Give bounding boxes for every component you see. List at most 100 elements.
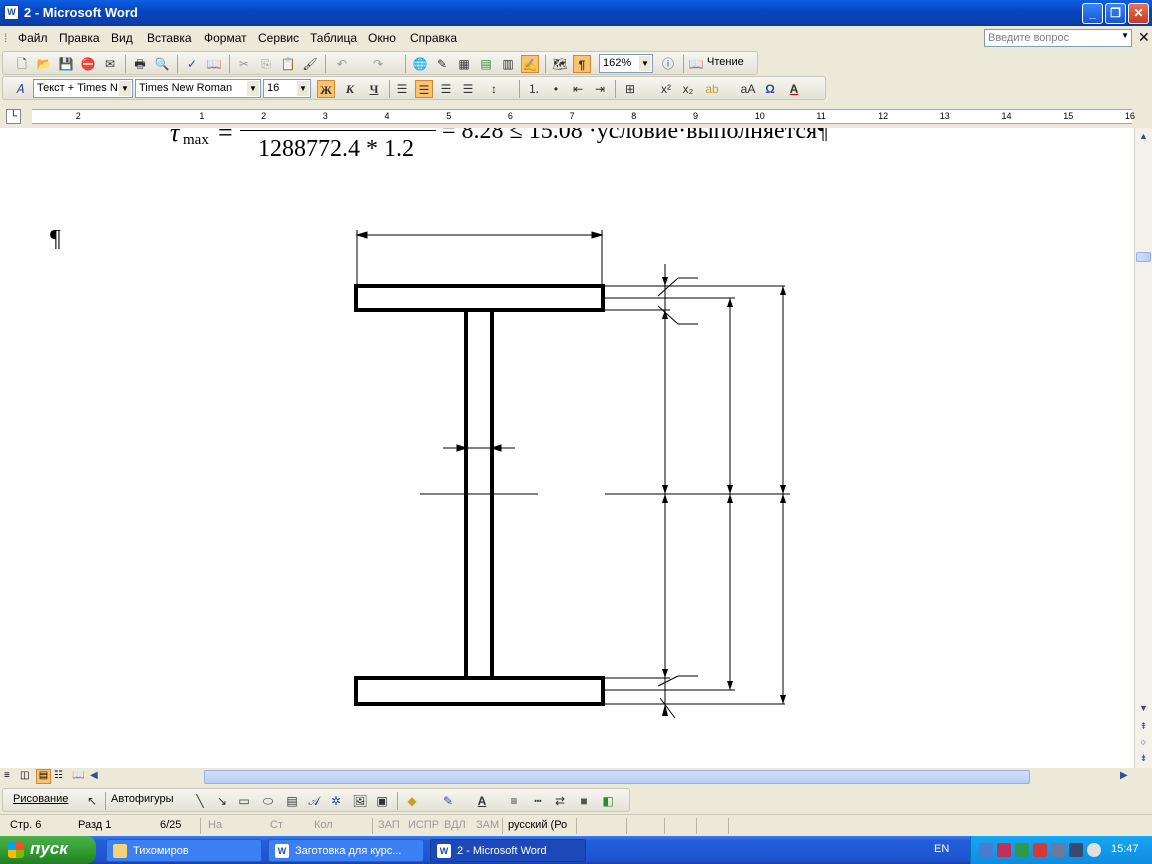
document-map-icon[interactable]: 🗺 [551, 55, 569, 73]
scroll-down-icon[interactable]: ▼ [1135, 700, 1152, 717]
taskbar-item-word-draft[interactable]: W Заготовка для курс... [268, 839, 424, 862]
paste-icon[interactable]: 📋 [279, 55, 297, 73]
hyperlink-icon[interactable]: 🌐 [411, 55, 429, 73]
redo-icon[interactable]: ↷ [369, 55, 387, 73]
menubar-grip-icon[interactable]: ⁞ [4, 31, 7, 45]
bold-button[interactable]: Ж [317, 80, 335, 98]
select-browse-object-icon[interactable]: ○ [1135, 734, 1152, 751]
copy-icon[interactable]: ⎘ [257, 55, 275, 73]
tab-selector[interactable]: └ [6, 109, 21, 124]
network-icon[interactable] [979, 843, 993, 857]
word-app-icon[interactable]: W [4, 5, 19, 20]
line-icon[interactable]: ╲ [191, 792, 209, 810]
next-page-icon[interactable]: ⇟ [1135, 750, 1152, 767]
line-color-icon[interactable]: ✎ [439, 792, 457, 810]
styles-icon[interactable]: 𝐴 [11, 80, 29, 98]
menu-table[interactable]: Таблица [310, 31, 357, 45]
superscript-icon[interactable]: x² [657, 80, 675, 98]
horizontal-scrollbar[interactable]: ≡ ◫ ▤ ☷ 📖 ◀ ▶ [0, 768, 1152, 786]
font-color-icon[interactable]: A [785, 80, 803, 98]
font-color-draw-icon[interactable]: A [473, 792, 491, 810]
menu-insert[interactable]: Вставка [147, 31, 192, 45]
insert-table-icon[interactable]: ▦ [455, 55, 473, 73]
new-document-icon[interactable]: 🗋 [13, 55, 31, 73]
decrease-indent-icon[interactable]: ⇤ [569, 80, 587, 98]
chevron-down-icon[interactable]: ▼ [119, 81, 131, 96]
drawing-icon[interactable]: ✍ [521, 55, 539, 73]
line-style-icon[interactable]: ≡ [505, 792, 523, 810]
menu-edit[interactable]: Правка [59, 31, 100, 45]
show-formatting-icon[interactable]: ¶ [573, 55, 591, 73]
highlight-icon[interactable]: ab [703, 80, 721, 98]
numbering-icon[interactable]: ⒈ [525, 80, 543, 98]
volume-icon[interactable] [1069, 843, 1083, 857]
borders-icon[interactable]: ⊞ [621, 80, 639, 98]
ruler-bar[interactable]: 121234567891011121314151617 [32, 109, 1135, 124]
open-folder-icon[interactable]: 📂 [35, 55, 53, 73]
reading-layout-button[interactable]: Чтение [707, 56, 744, 68]
tables-borders-icon[interactable]: ✎ [433, 55, 451, 73]
horizontal-scroll-thumb[interactable] [204, 770, 1030, 784]
clip-art-icon[interactable]: 🖼 [351, 792, 369, 810]
menu-format[interactable]: Формат [204, 31, 247, 45]
bullets-icon[interactable]: • [547, 80, 565, 98]
research-icon[interactable]: 📖 [205, 55, 223, 73]
rectangle-icon[interactable]: ▭ [235, 792, 253, 810]
scroll-left-icon[interactable]: ◀ [90, 770, 98, 781]
search-icon[interactable] [1087, 843, 1101, 857]
menu-window[interactable]: Окно [368, 31, 396, 45]
minimize-button[interactable]: _ [1082, 3, 1103, 24]
print-preview-icon[interactable]: 🔍 [153, 55, 171, 73]
save-icon[interactable]: 💾 [57, 55, 75, 73]
align-left-icon[interactable]: ☰ [393, 80, 411, 98]
scroll-up-icon[interactable]: ▲ [1135, 128, 1152, 145]
reading-view-icon[interactable]: 📖 [72, 770, 84, 781]
align-right-icon[interactable]: ☰ [437, 80, 455, 98]
chevron-down-icon[interactable]: ▼ [297, 81, 309, 96]
wordart-icon[interactable]: 𝒜 [305, 792, 323, 810]
autoshapes-button[interactable]: Автофигуры [111, 793, 174, 805]
ask-question-input[interactable]: Введите вопрос ▼ [984, 29, 1132, 47]
text-box-icon[interactable]: ▤ [283, 792, 301, 810]
insert-excel-icon[interactable]: ▤ [477, 55, 495, 73]
web-view-icon[interactable]: ◫ [20, 770, 29, 781]
font-size-select[interactable]: 16 ▼ [263, 79, 311, 98]
menu-tools[interactable]: Сервис [258, 31, 299, 45]
menu-help[interactable]: Справка [410, 31, 457, 45]
character-scale-icon[interactable]: aA [739, 80, 757, 98]
undo-icon[interactable]: ↶ [333, 55, 351, 73]
outline-view-icon[interactable]: ☷ [54, 770, 63, 781]
zoom-select[interactable]: 162% ▼ [599, 54, 653, 73]
previous-page-icon[interactable]: ⇞ [1135, 718, 1152, 735]
status-ext[interactable]: ВДЛ [444, 819, 466, 831]
vertical-scroll-thumb[interactable] [1136, 252, 1151, 262]
chevron-down-icon[interactable]: ▼ [1121, 31, 1129, 40]
chevron-down-icon[interactable]: ▼ [247, 81, 259, 96]
taskbar-item-folder[interactable]: Тихомиров [106, 839, 262, 862]
email-icon[interactable]: ✉ [101, 55, 119, 73]
underline-button[interactable]: Ч [365, 80, 383, 98]
update-icon[interactable] [1015, 843, 1029, 857]
diagram-icon[interactable]: ✲ [327, 792, 345, 810]
scroll-right-icon[interactable]: ▶ [1120, 770, 1128, 781]
print-layout-view-icon[interactable]: ▤ [36, 769, 51, 784]
line-spacing-icon[interactable]: ↕ [485, 80, 503, 98]
align-center-icon[interactable]: ☰ [415, 80, 433, 98]
picture-icon[interactable]: ▣ [373, 792, 391, 810]
status-ovr[interactable]: ЗАМ [476, 819, 499, 831]
font-select[interactable]: Times New Roman ▼ [135, 79, 261, 98]
language-indicator[interactable]: EN [934, 843, 949, 855]
taskbar-item-word-current[interactable]: W 2 - Microsoft Word [430, 839, 586, 862]
close-document-button[interactable]: ✕ [1138, 29, 1150, 46]
vertical-scrollbar[interactable]: ▲ ▼ ⇞ ○ ⇟ [1134, 128, 1152, 768]
style-select[interactable]: Текст + Times N ▼ [33, 79, 133, 98]
chevron-down-icon[interactable]: ▼ [639, 56, 651, 71]
print-icon[interactable]: 🖶 [131, 55, 149, 73]
fill-color-icon[interactable]: ◆ [403, 792, 421, 810]
book-icon[interactable]: 📖 [687, 55, 705, 73]
spelling-icon[interactable]: ✓ [183, 55, 201, 73]
arrow-icon[interactable]: ↘ [213, 792, 231, 810]
symbol-icon[interactable]: Ω [761, 80, 779, 98]
restore-button[interactable]: ❐ [1105, 3, 1126, 24]
arrow-style-icon[interactable]: ⇄ [551, 792, 569, 810]
